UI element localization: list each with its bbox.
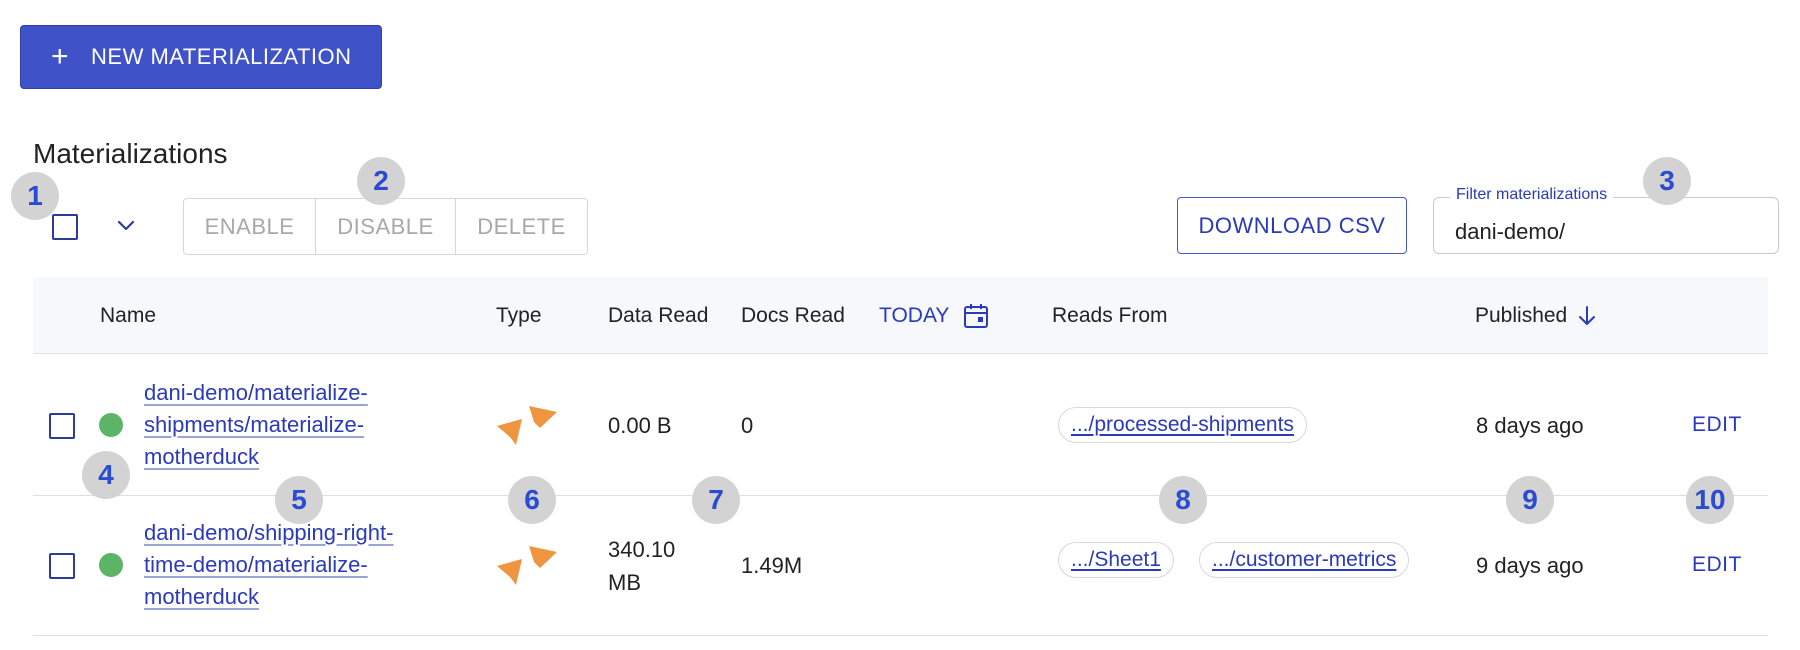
column-header-name[interactable]: Name (100, 277, 156, 354)
bulk-action-group: ENABLE DISABLE DELETE (183, 198, 588, 255)
annotation-marker: 7 (692, 476, 740, 524)
edit-button[interactable]: EDIT (1692, 553, 1742, 577)
annotation-marker: 9 (1506, 476, 1554, 524)
new-materialization-label: NEW MATERIALIZATION (91, 44, 352, 69)
annotation-marker: 4 (82, 451, 130, 499)
status-indicator (99, 413, 123, 437)
plus-icon: + (51, 40, 70, 73)
annotation-marker: 1 (11, 172, 59, 220)
reads-from-chip[interactable]: .../customer-metrics (1199, 542, 1410, 578)
column-header-docs-read[interactable]: Docs Read (741, 277, 845, 354)
enable-button[interactable]: ENABLE (184, 199, 316, 254)
annotation-marker: 3 (1643, 157, 1691, 205)
row-checkbox[interactable] (49, 553, 75, 579)
filter-label: Filter materializations (1450, 186, 1614, 204)
table-header: Name Type Data Read Docs Read TODAY Read… (33, 277, 1768, 354)
date-range-label: TODAY (879, 303, 950, 327)
date-range-button[interactable]: TODAY (879, 277, 989, 354)
column-header-published[interactable]: Published (1475, 277, 1597, 354)
row-divider (33, 635, 1768, 636)
calendar-icon (964, 303, 989, 328)
arrow-down-icon (1579, 305, 1596, 325)
materialization-name-link[interactable]: dani-demo/materialize- shipments/materia… (144, 377, 368, 473)
annotation-marker: 5 (275, 476, 323, 524)
annotation-marker: 10 (1686, 476, 1734, 524)
published-value: 8 days ago (1476, 413, 1584, 438)
annotation-marker: 2 (357, 157, 405, 205)
row-checkbox[interactable] (49, 413, 75, 439)
page-title: Materializations (33, 138, 228, 169)
delete-button[interactable]: DELETE (456, 199, 587, 254)
status-indicator (99, 553, 123, 577)
column-header-published-label: Published (1475, 303, 1568, 327)
reads-from-chip[interactable]: .../processed-shipments (1058, 407, 1307, 443)
motherduck-icon (497, 406, 557, 445)
disable-button[interactable]: DISABLE (316, 199, 456, 254)
download-csv-button[interactable]: DOWNLOAD CSV (1177, 197, 1407, 254)
filter-field: Filter materializations (1433, 186, 1779, 254)
motherduck-icon (497, 546, 557, 585)
data-read-value: 340.10 MB (608, 537, 676, 595)
reads-from-chip[interactable]: .../Sheet1 (1058, 542, 1174, 578)
published-value: 9 days ago (1476, 553, 1584, 578)
chevron-down-icon[interactable] (114, 213, 138, 237)
column-header-type[interactable]: Type (496, 277, 542, 354)
data-read-value: 0.00 B (608, 413, 672, 438)
materialization-name-link[interactable]: dani-demo/shipping-right- time-demo/mate… (144, 517, 393, 613)
edit-button[interactable]: EDIT (1692, 413, 1742, 437)
docs-read-value: 0 (741, 413, 754, 438)
docs-read-value: 1.49M (741, 553, 803, 578)
annotation-marker: 8 (1159, 476, 1207, 524)
new-materialization-button[interactable]: + NEW MATERIALIZATION (20, 25, 382, 89)
column-header-reads-from[interactable]: Reads From (1052, 277, 1168, 354)
select-all-checkbox[interactable] (52, 214, 78, 240)
column-header-data-read[interactable]: Data Read (608, 277, 708, 354)
annotation-marker: 6 (508, 476, 556, 524)
filter-input[interactable] (1434, 198, 1778, 253)
